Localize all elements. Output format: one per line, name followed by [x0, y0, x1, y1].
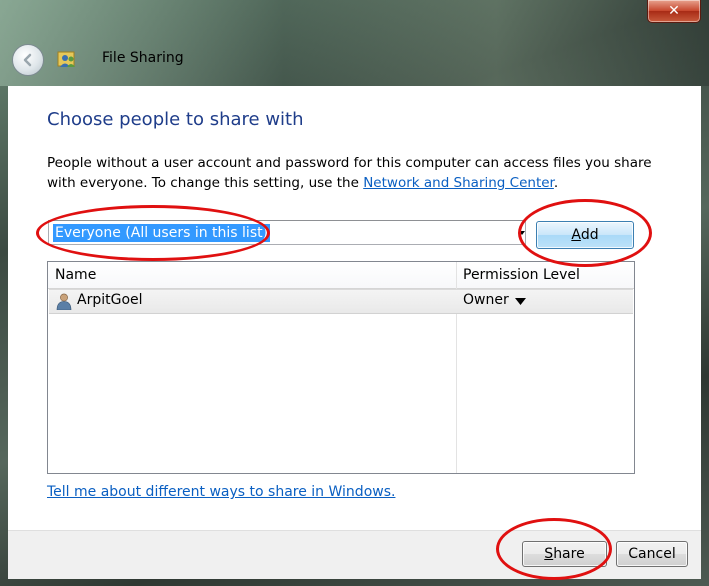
permission-level[interactable]: Owner — [463, 292, 509, 308]
description-end: . — [553, 175, 559, 191]
share-button-accel: S — [544, 546, 554, 562]
column-header-name[interactable]: Name — [55, 267, 96, 283]
dialog-heading: Choose people to share with — [47, 109, 304, 130]
dialog-content: Choose people to share with People witho… — [8, 86, 701, 530]
column-header-permission[interactable]: Permission Level — [463, 267, 580, 283]
network-sharing-center-link[interactable]: Network and Sharing Center — [363, 175, 554, 191]
user-name: ArpitGoel — [77, 292, 143, 308]
user-icon — [56, 293, 72, 310]
list-header: Name Permission Level — [48, 262, 634, 289]
people-combo-box[interactable]: Everyone (All users in this list) — [48, 220, 526, 245]
help-link[interactable]: Tell me about different ways to share in… — [47, 484, 395, 500]
dialog-description: People without a user account and passwo… — [47, 153, 677, 193]
combo-dropdown-arrow[interactable] — [519, 221, 525, 244]
add-button-accel: A — [571, 227, 581, 243]
add-button[interactable]: Add — [536, 221, 634, 249]
table-row[interactable]: ArpitGoel Owner — [49, 289, 633, 314]
back-arrow-icon — [23, 53, 32, 67]
dialog-footer: Share Cancel — [8, 530, 701, 579]
description-text: People without a user account and passwo… — [47, 155, 652, 191]
cancel-button[interactable]: Cancel — [616, 541, 688, 567]
back-button[interactable] — [12, 44, 44, 76]
window-title: File Sharing — [102, 50, 184, 66]
add-button-label: dd — [580, 227, 599, 243]
permission-dropdown-icon[interactable] — [515, 298, 526, 305]
share-button-label: hare — [553, 546, 585, 562]
close-button[interactable]: ✕ — [647, 0, 701, 23]
share-button[interactable]: Share — [522, 541, 607, 567]
file-sharing-users-icon — [57, 51, 75, 67]
people-combo-value[interactable]: Everyone (All users in this list) — [53, 224, 271, 242]
chevron-down-icon — [519, 230, 525, 235]
share-list[interactable]: Name Permission Level ArpitGoel Owner — [47, 261, 635, 474]
close-icon: ✕ — [668, 3, 680, 19]
